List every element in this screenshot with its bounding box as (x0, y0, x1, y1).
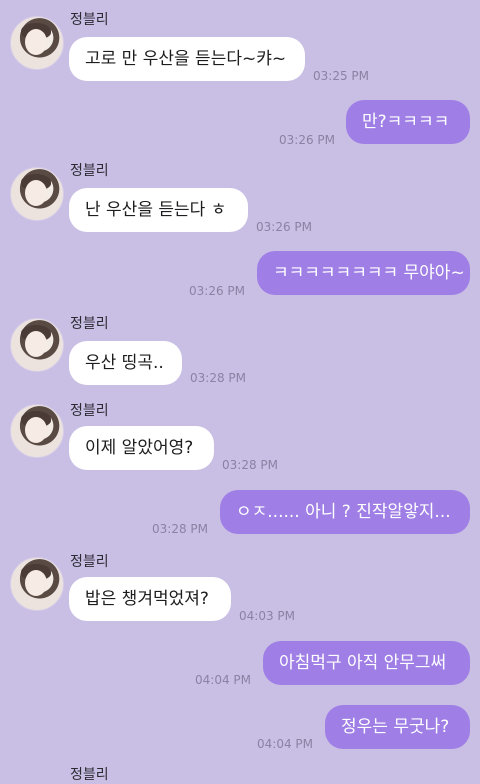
outgoing-message-bubble[interactable]: ㅋㅋㅋㅋㅋㅋㅋㅋ 무야아~ (257, 251, 470, 295)
contact-avatar[interactable] (10, 557, 64, 611)
message-time: 03:28 PM (222, 458, 278, 472)
contact-name: 정블리 (70, 403, 109, 419)
message-time: 03:25 PM (313, 69, 369, 83)
outgoing-message-bubble[interactable]: 만?ㅋㅋㅋㅋ (346, 100, 470, 144)
incoming-message-bubble[interactable]: 밥은 챙겨먹었져? (69, 577, 231, 621)
incoming-message-bubble[interactable]: 우산 띵곡.. (69, 341, 182, 385)
contact-name: 정블리 (70, 316, 109, 332)
message-time: 03:26 PM (189, 284, 245, 298)
message-time: 04:04 PM (257, 737, 313, 751)
contact-avatar[interactable] (10, 167, 64, 221)
incoming-message-bubble[interactable]: 고로 만 우산을 듣는다~캬~ (69, 37, 305, 81)
contact-name: 정블리 (70, 767, 109, 783)
contact-avatar[interactable] (10, 404, 64, 458)
outgoing-message-bubble[interactable]: 정우는 무굿나? (325, 705, 470, 749)
contact-avatar[interactable] (10, 318, 64, 372)
contact-avatar[interactable] (10, 16, 64, 70)
incoming-message-bubble[interactable]: 이제 알았어영? (69, 426, 214, 470)
message-time: 04:03 PM (239, 609, 295, 623)
outgoing-message-bubble[interactable]: ㅇㅈ...... 아니 ? 진작알앟지... (220, 490, 470, 534)
message-time: 03:28 PM (190, 371, 246, 385)
contact-name: 정블리 (70, 163, 109, 179)
message-time: 03:26 PM (256, 220, 312, 234)
message-time: 04:04 PM (195, 673, 251, 687)
message-time: 03:26 PM (279, 133, 335, 147)
contact-name: 정블리 (70, 554, 109, 570)
outgoing-message-bubble[interactable]: 아침먹구 아직 안무그써 (263, 641, 470, 685)
contact-name: 정블리 (70, 12, 109, 28)
incoming-message-bubble[interactable]: 난 우산을 듣는다 ㅎ (69, 188, 248, 232)
message-time: 03:28 PM (152, 522, 208, 536)
chat-conversation: 정블리 고로 만 우산을 듣는다~캬~ 03:25 PM 만?ㅋㅋㅋㅋ 03:2… (0, 0, 480, 783)
